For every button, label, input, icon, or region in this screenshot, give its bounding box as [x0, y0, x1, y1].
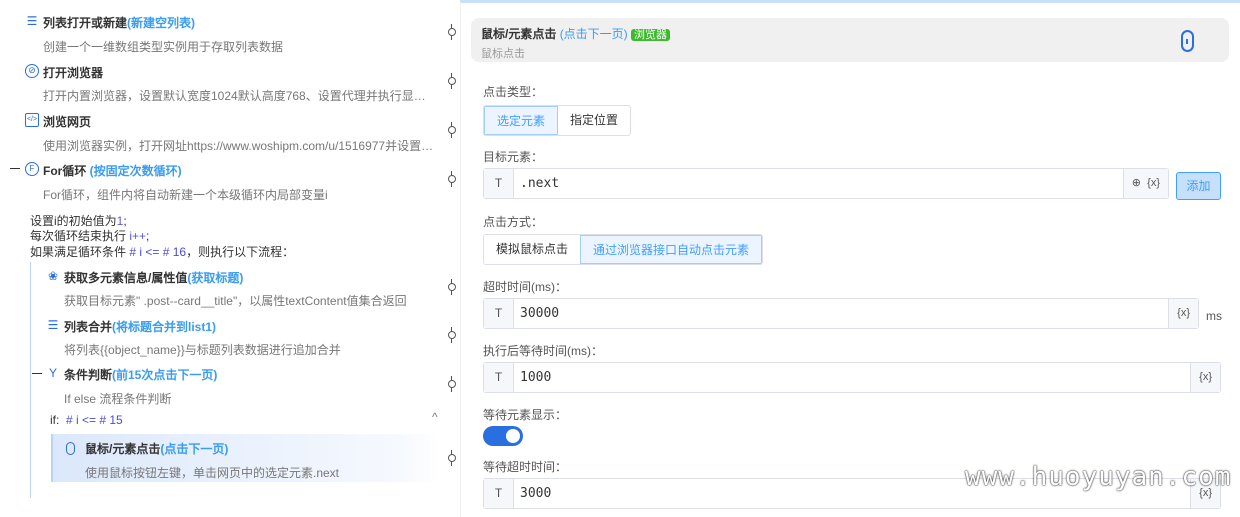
flow-item-desc: 将列表{{object_name}}与标题列表数据进行追加合并 — [64, 343, 341, 357]
connector-handle[interactable] — [447, 450, 457, 466]
flow-item-title[interactable]: 列表合并(将标题合并到list1) — [64, 318, 216, 335]
title-text: 打开浏览器 — [43, 66, 104, 80]
watermark: www.huoyuyan.com — [965, 462, 1232, 492]
collapse-icon[interactable] — [32, 373, 42, 374]
flow-item-title[interactable]: 获取多元素信息/属性值(获取标题) — [64, 269, 243, 286]
option-simulate[interactable]: 模拟鼠标点击 — [484, 235, 580, 264]
flow-item-title[interactable]: 列表打开或新建(新建空列表) — [43, 14, 195, 31]
add-button[interactable]: 添加 — [1176, 172, 1221, 200]
mouse-icon — [66, 442, 75, 455]
variable-button[interactable]: {x} — [1190, 363, 1220, 392]
flow-item-desc: For循环，组件内将自动新建一个本级循环内局部变量i — [43, 188, 328, 202]
timeout-input[interactable]: 30000 — [514, 299, 1168, 328]
chevron-up-icon[interactable]: ^ — [432, 410, 438, 424]
target-suffix: ⊕ {x} — [1122, 169, 1168, 198]
title-text: 获取多元素信息/属性值 — [64, 271, 188, 285]
variable-button[interactable]: {x} — [1168, 299, 1198, 328]
timeout-label: 超时时间(ms)： — [483, 280, 567, 294]
title-text: 条件判断 — [64, 368, 113, 382]
connector-handle[interactable] — [447, 24, 457, 40]
flow-item-title[interactable]: For循环 (按固定次数循环) — [43, 162, 182, 179]
wait-show-label: 等待元素显示： — [483, 408, 568, 422]
wait-show-toggle[interactable] — [483, 426, 523, 446]
for-loop-icon: F — [25, 162, 39, 176]
title-text: 列表合并 — [64, 320, 113, 334]
flow-item-desc: 打开内置浏览器，设置默认宽度1024默认高度768、设置代理并执行显… — [43, 89, 426, 103]
compass-icon: ⊘ — [25, 64, 39, 78]
text-type-icon: T — [484, 169, 514, 198]
flow-item-desc: 创建一个一维数组类型实例用于存取列表数据 — [43, 40, 284, 54]
title-hint: (前15次点击下一页) — [112, 368, 218, 382]
collapse-icon[interactable] — [10, 168, 20, 169]
properties-panel: 鼠标/元素点击 (点击下一页) 浏览器 鼠标点击 点击类型： 选定元素 指定位置… — [460, 0, 1240, 517]
click-method-toggle: 模拟鼠标点击 通过浏览器接口自动点击元素 — [483, 234, 764, 265]
webpage-icon: </> — [25, 113, 39, 127]
wait-label: 执行后等待时间(ms)： — [483, 344, 603, 358]
if-branch[interactable]: if: # i <= # 15 — [50, 413, 123, 427]
wait-input[interactable]: 1000 — [514, 363, 1190, 392]
connector-handle[interactable] — [447, 279, 457, 295]
target-input[interactable]: .next — [514, 169, 1123, 198]
list-merge-icon: ☰ — [47, 318, 59, 332]
loop-guide-line — [30, 262, 31, 498]
title-hint: (获取标题) — [187, 271, 244, 285]
loop-condition: 如果满足循环条件 # i <= # 16，则执行以下流程： — [30, 245, 295, 259]
click-type-toggle: 选定元素 指定位置 — [483, 105, 632, 136]
option-browser-api[interactable]: 通过浏览器接口自动点击元素 — [580, 235, 763, 264]
connector-handle[interactable] — [447, 376, 457, 392]
connector-handle[interactable] — [447, 122, 457, 138]
title-hint: (点击下一页) — [160, 442, 229, 456]
flow-item-title[interactable]: 打开浏览器 — [43, 64, 103, 81]
crosshair-icon[interactable]: ⊕ — [1132, 177, 1141, 189]
flow-item-desc: 获取目标元素" .post--card__title"，以属性textConte… — [64, 294, 407, 308]
multi-element-icon: ❀ — [47, 269, 59, 283]
click-type-label: 点击类型： — [483, 85, 544, 99]
title-hint: (新建空列表) — [127, 16, 196, 30]
title-text: 鼠标/元素点击 — [85, 442, 161, 456]
title-text: 浏览网页 — [43, 115, 92, 129]
title-text: 列表打开或新建 — [43, 16, 128, 30]
option-select-element[interactable]: 选定元素 — [484, 106, 559, 135]
connector-handle[interactable] — [447, 73, 457, 89]
title-text: For循环 — [43, 164, 87, 178]
unit-label: ms — [1206, 309, 1222, 323]
target-element-field[interactable]: T .next ⊕ {x} — [483, 168, 1169, 199]
component-title: 鼠标/元素点击 (点击下一页) 浏览器 — [481, 25, 671, 42]
loop-step: 每次循环结束执行 i++; — [30, 229, 150, 243]
wait-field[interactable]: T 1000 {x} — [483, 362, 1221, 393]
timeout-field[interactable]: T 30000 {x} — [483, 298, 1199, 329]
list-icon: ☰ — [26, 14, 38, 28]
target-label: 目标元素： — [483, 150, 544, 164]
title-hint: (将标题合并到list1) — [112, 320, 217, 334]
title-hint: (按固定次数循环) — [86, 164, 182, 178]
mouse-icon — [1181, 30, 1194, 52]
component-header: 鼠标/元素点击 (点击下一页) 浏览器 鼠标点击 — [471, 18, 1229, 62]
click-method-label: 点击方式： — [483, 215, 544, 229]
component-subtitle: 鼠标点击 — [481, 48, 525, 60]
flow-item-title[interactable]: 浏览网页 — [43, 113, 91, 130]
connector-handle[interactable] — [447, 171, 457, 187]
variable-button[interactable]: {x} — [1147, 177, 1160, 189]
flow-item-desc: 使用浏览器实例，打开网址https://www.woshipm.com/u/15… — [43, 139, 434, 153]
connector-handle[interactable] — [447, 327, 457, 343]
wait-timeout-label: 等待超时时间： — [483, 460, 568, 474]
condition-icon: Y — [48, 366, 57, 380]
flow-item-title[interactable]: 条件判断(前15次点击下一页) — [64, 366, 217, 383]
option-position[interactable]: 指定位置 — [558, 106, 630, 135]
flow-item-title[interactable]: 鼠标/元素点击(点击下一页) — [85, 440, 228, 457]
flow-item-desc: If else 流程条件判断 — [64, 392, 172, 406]
flow-item-desc: 使用鼠标按钮左键，单击网页中的选定元素.next — [85, 466, 340, 480]
browser-badge: 浏览器 — [631, 29, 671, 41]
